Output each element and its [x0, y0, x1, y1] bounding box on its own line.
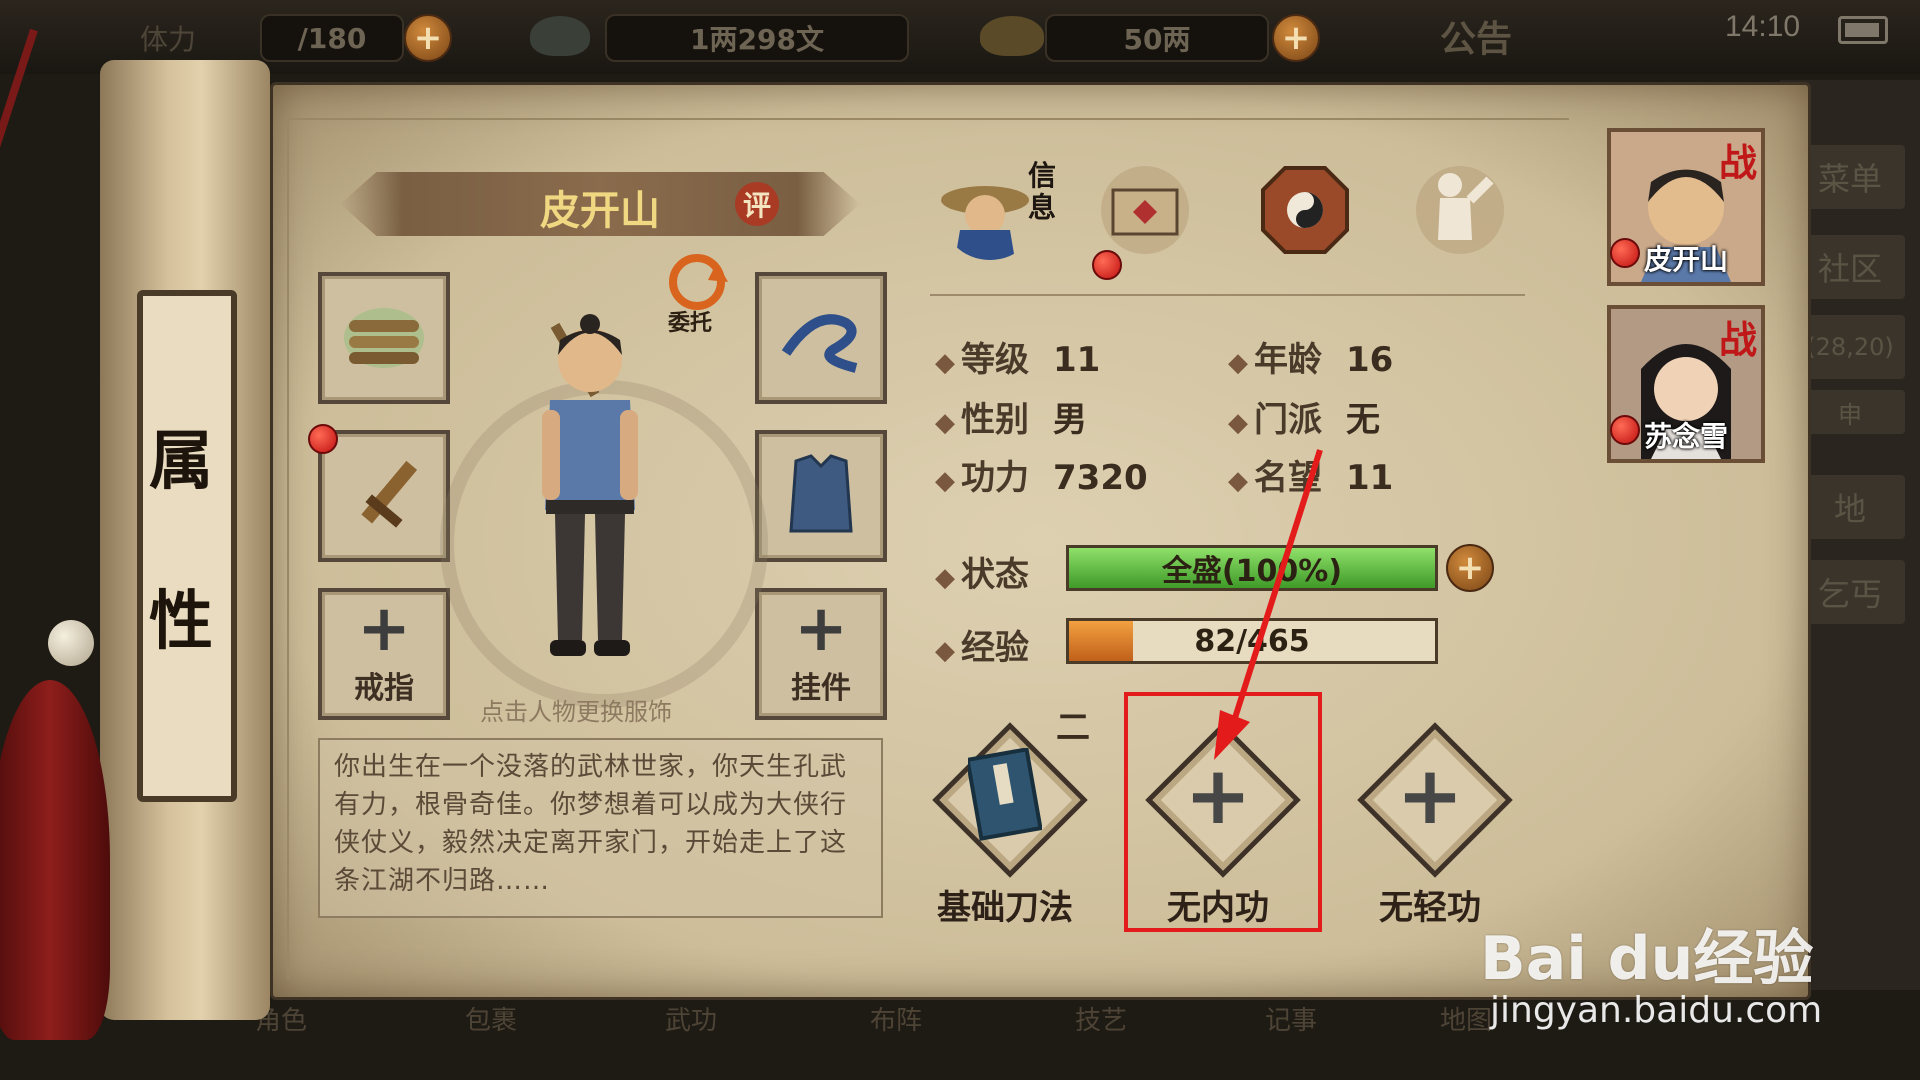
diamond-icon: ◆ — [1228, 408, 1248, 438]
slot-belt[interactable] — [755, 272, 887, 404]
exp-label-row: ◆ 经验 — [935, 620, 1029, 669]
plus-icon: + — [1396, 748, 1464, 842]
tab-map-icon[interactable] — [1095, 160, 1195, 260]
gold-ingot-icon — [980, 16, 1044, 56]
gender-label: 性别 — [961, 400, 1029, 440]
character-figure[interactable] — [470, 300, 710, 690]
stat-power: ◆ 功力 7320 — [935, 450, 1148, 499]
coordinate-readout: (28,20) — [1795, 315, 1905, 379]
community-button[interactable]: 社区 — [1795, 235, 1905, 299]
notice-button[interactable]: 公告 — [1440, 10, 1512, 62]
clock: 14:10 — [1725, 10, 1801, 43]
level-label: 等级 — [961, 340, 1029, 380]
add-gold-button[interactable]: + — [1272, 14, 1320, 62]
nav-map[interactable]: 地图 — [1440, 1000, 1492, 1037]
background-story: 你出生在一个没落的武林世家，你天生孔武有力，根骨奇佳。你梦想着可以成为大侠行侠仗… — [318, 738, 883, 918]
gold-value: 50两 — [1045, 14, 1269, 62]
slot-pendant[interactable]: + 挂件 — [755, 588, 887, 720]
menu-item-beggar[interactable]: 乞丐 — [1795, 560, 1905, 624]
menu-button[interactable]: 菜单 — [1795, 145, 1905, 209]
diamond-icon: ◆ — [935, 466, 955, 496]
tassel-cord — [0, 28, 38, 507]
character-name: 皮开山 — [540, 187, 660, 234]
attribute-tab[interactable] — [137, 290, 237, 802]
ingot-icon — [530, 16, 590, 56]
rate-button[interactable]: 评 — [735, 182, 779, 226]
diamond-icon: ◆ — [935, 348, 955, 378]
age-label: 年龄 — [1254, 340, 1322, 380]
status-label-row: ◆ 状态 — [935, 547, 1029, 596]
diamond-icon: ◆ — [935, 636, 955, 666]
diamond-icon: ◆ — [935, 408, 955, 438]
sect-label: 门派 — [1254, 400, 1322, 440]
skill-lightness-slot[interactable]: + — [1355, 720, 1513, 878]
slot-armor[interactable] — [755, 430, 887, 562]
nav-martial[interactable]: 武功 — [665, 1000, 717, 1037]
power-value: 7320 — [1053, 458, 1148, 498]
ring-label: 戒指 — [354, 671, 414, 706]
pendant-label: 挂件 — [791, 671, 851, 706]
jade-bead-icon — [48, 620, 94, 666]
slot-bracer[interactable] — [318, 272, 450, 404]
stat-level: ◆ 等级 11 — [935, 332, 1100, 381]
stamina-value: /180 — [260, 14, 404, 62]
delegate-swap-icon[interactable] — [662, 252, 732, 312]
tab-bagua-icon[interactable] — [1255, 160, 1355, 260]
stat-sect: ◆ 门派无 — [1228, 392, 1380, 441]
fame-value: 11 — [1346, 458, 1394, 498]
outfit-hint: 点击人物更换服饰 — [480, 698, 672, 726]
slot-ring[interactable]: + 戒指 — [318, 588, 450, 720]
blue-sash-icon — [781, 314, 858, 373]
restore-status-button[interactable]: + — [1446, 544, 1494, 592]
nav-skill[interactable]: 技艺 — [1075, 1000, 1127, 1037]
menu-item-shen[interactable]: 申 — [1795, 390, 1905, 434]
tab-info-label: 信息 — [1028, 159, 1057, 224]
menu-item-di[interactable]: 地 — [1795, 475, 1905, 539]
battery-icon — [1838, 16, 1888, 44]
manual-book-icon — [968, 748, 1042, 841]
slot-weapon[interactable] — [318, 430, 450, 562]
age-value: 16 — [1346, 340, 1394, 380]
map-alert-dot — [1092, 250, 1122, 280]
wooden-sword-icon — [361, 460, 418, 528]
diamond-icon: ◆ — [1228, 348, 1248, 378]
nav-formation[interactable]: 布阵 — [870, 1000, 922, 1037]
plus-icon: + — [794, 592, 848, 666]
stat-gender: ◆ 性别男 — [935, 392, 1087, 441]
nav-bag[interactable]: 包裹 — [465, 1000, 517, 1037]
stat-age: ◆ 年龄 16 — [1228, 332, 1393, 381]
battle-mark: 战 — [1718, 140, 1757, 185]
nav-journal[interactable]: 记事 — [1265, 1000, 1317, 1037]
red-tassel-icon — [0, 680, 110, 1040]
money-value: 1两298文 — [605, 14, 909, 62]
delegate-label: 委托 — [668, 311, 713, 336]
status-label: 状态 — [961, 555, 1029, 595]
stamina-label: 体力 — [140, 23, 197, 56]
level-value: 11 — [1053, 340, 1101, 380]
bracer-icon — [344, 308, 424, 368]
power-label: 功力 — [961, 458, 1029, 498]
red-arrow-annotation — [1214, 449, 1323, 760]
plus-icon: + — [357, 592, 411, 666]
tab-char-2: 性 — [149, 584, 213, 659]
tab-info-icon[interactable] — [940, 160, 1040, 260]
baidu-watermark-logo: Bai du经验 — [1480, 924, 1814, 994]
battle-mark: 战 — [1718, 317, 1757, 362]
tab-meridian-icon[interactable] — [1410, 160, 1510, 260]
party-alert-dot — [1610, 415, 1640, 445]
tab-separator — [930, 294, 1525, 296]
add-stamina-button[interactable]: + — [404, 14, 452, 62]
skill-basic-label: 基础刀法 — [937, 888, 1073, 928]
tab-char-1: 属 — [149, 424, 213, 499]
party-alert-dot — [1610, 238, 1640, 268]
gender-value: 男 — [1053, 400, 1087, 440]
weapon-alert-dot — [308, 424, 338, 454]
skill-basic-blade[interactable] — [930, 720, 1088, 878]
diamond-icon: ◆ — [935, 563, 955, 593]
exp-label: 经验 — [961, 628, 1029, 668]
sect-value: 无 — [1346, 400, 1380, 440]
armor-icon — [789, 454, 853, 533]
baidu-watermark-url: jingyan.baidu.com — [1490, 990, 1823, 1031]
story-text: 你出生在一个没落的武林世家，你天生孔武有力，根骨奇佳。你梦想着可以成为大侠行侠仗… — [334, 752, 848, 896]
